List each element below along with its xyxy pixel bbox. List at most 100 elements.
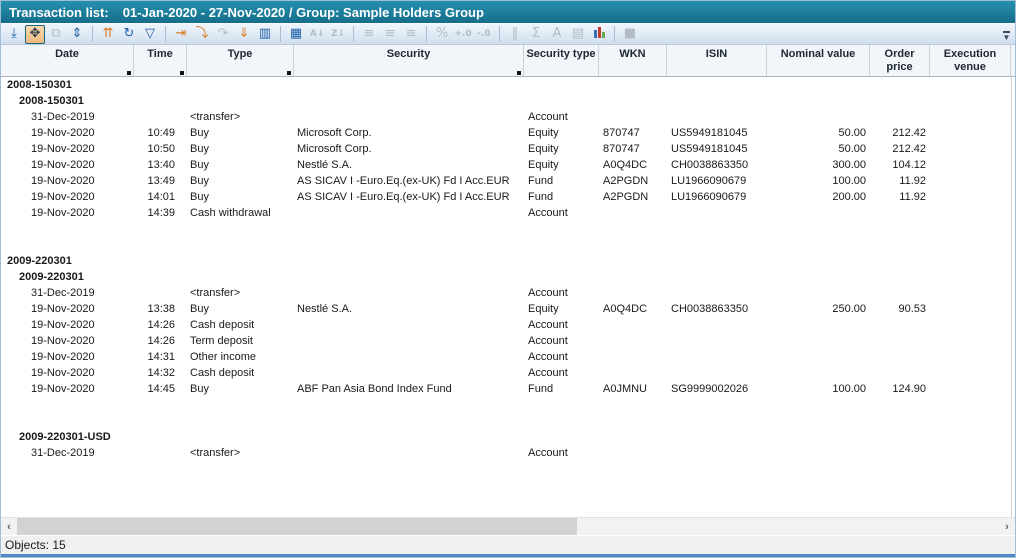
window-title: Transaction list: [9,5,109,20]
cell-date: 31-Dec-2019 [1,285,134,301]
chart-view-icon[interactable] [589,25,609,44]
header-cell-wkn[interactable]: WKN [599,45,667,76]
align-center-icon: ≡ [380,25,400,44]
spacer-row [1,413,1015,429]
toolbar-separator [280,26,281,42]
cell-price [870,445,930,461]
header-cell-venue[interactable]: Execution venue [930,45,1011,76]
cell-date: 19-Nov-2020 [1,157,134,173]
scroll-left-button[interactable]: ‹ [1,518,17,535]
horizontal-scrollbar[interactable]: ‹ › [1,517,1015,535]
insert-marker-icon[interactable]: ⇥ [171,25,191,44]
header-cell-nominal[interactable]: Nominal value [767,45,870,76]
scrollbar-thumb[interactable] [17,518,577,535]
cell-venue [930,445,1011,461]
cell-venue [930,205,1011,221]
header-cell-price[interactable]: Order price [870,45,930,76]
cell-time: 13:49 [134,173,187,189]
transaction-row[interactable]: 19-Nov-202014:45BuyABF Pan Asia Bond Ind… [1,381,1015,397]
cell-price [870,109,930,125]
column-lines-icon[interactable]: ▦ [286,25,306,44]
stop-icon: ■ [620,25,640,44]
detach-window-icon[interactable]: ⇈ [98,25,118,44]
toolbar-overflow-button[interactable]: ▼ [1000,27,1013,43]
cell-sectype: Equity [524,301,599,317]
filter-settings-icon[interactable]: ▽ [140,25,160,44]
expand-branch-icon[interactable]: ⤓ [4,25,24,44]
group-row[interactable]: 2009-220301-USD [1,429,1015,445]
transaction-row[interactable]: 19-Nov-202010:50BuyMicrosoft Corp.Equity… [1,141,1015,157]
transaction-row[interactable]: 19-Nov-202014:32Cash depositAccount [1,365,1015,381]
cell-venue [930,285,1011,301]
cell-venue [930,349,1011,365]
header-cell-type[interactable]: Type [187,45,294,76]
cell-time: 14:26 [134,333,187,349]
transaction-row[interactable]: 19-Nov-202014:39Cash withdrawalAccount [1,205,1015,221]
header-cell-security[interactable]: Security [294,45,524,76]
histogram-icon[interactable]: ▥ [255,25,275,44]
refresh-icon[interactable]: ↻ [119,25,139,44]
objects-count: Objects: 15 [5,538,66,552]
transaction-row[interactable]: 31-Dec-2019<transfer>Account [1,285,1015,301]
cell-type: Cash deposit [187,317,294,333]
cell-isin: LU1966090679 [667,189,767,205]
cell-price [870,333,930,349]
group-row[interactable]: 2009-220301 [1,269,1015,285]
cell-isin: US5949181045 [667,141,767,157]
transaction-row[interactable]: 19-Nov-202014:01BuyAS SICAV I -Euro.Eq.(… [1,189,1015,205]
cell-nominal [767,285,870,301]
cell-type: <transfer> [187,285,294,301]
header-cell-sectype[interactable]: Security type [524,45,599,76]
group-row[interactable]: 2009-220301 [1,253,1015,269]
transaction-row[interactable]: 19-Nov-202014:26Term depositAccount [1,333,1015,349]
transaction-row[interactable]: 31-Dec-2019<transfer>Account [1,109,1015,125]
header-cell-time[interactable]: Time [134,45,187,76]
align-right-icon: ≡ [401,25,421,44]
cell-wkn: A2PGDN [599,189,667,205]
fit-to-window-icon[interactable]: ✥ [25,25,45,44]
drill-down-icon[interactable]: ⇓ [234,25,254,44]
group-row[interactable]: 2008-150301 [1,93,1015,109]
scroll-right-button[interactable]: › [999,518,1015,535]
cell-security [294,365,524,381]
cell-date: 19-Nov-2020 [1,205,134,221]
transaction-row[interactable]: 31-Dec-2019<transfer>Account [1,445,1015,461]
transaction-row[interactable]: 19-Nov-202013:49BuyAS SICAV I -Euro.Eq.(… [1,173,1015,189]
scrollbar-track[interactable] [17,518,999,535]
header-cell-date[interactable]: Date [1,45,134,76]
transaction-row[interactable]: 19-Nov-202013:40BuyNestlé S.A.EquityA0Q4… [1,157,1015,173]
transaction-row[interactable]: 19-Nov-202010:49BuyMicrosoft Corp.Equity… [1,125,1015,141]
group-label: 2009-220301 [1,269,84,285]
cell-nominal: 50.00 [767,141,870,157]
header-label: ISIN [706,48,727,76]
group-label: 2009-220301 [1,253,72,269]
bar-chart-icon [594,26,605,38]
cell-security [294,333,524,349]
cell-isin: CH0038863350 [667,301,767,317]
toolbar-separator [353,26,354,42]
transaction-row[interactable]: 19-Nov-202013:38BuyNestlé S.A.EquityA0Q4… [1,301,1015,317]
expand-rows-icon[interactable]: ⇕ [67,25,87,44]
cell-nominal: 100.00 [767,381,870,397]
cell-venue [930,173,1011,189]
cell-isin [667,349,767,365]
header-label: Type [228,48,253,76]
cell-security [294,349,524,365]
header-label: Date [55,48,79,76]
statusbar: Objects: 15 [1,535,1015,554]
cell-wkn [599,333,667,349]
header-label: Time [147,48,172,76]
cell-security: Microsoft Corp. [294,125,524,141]
header-cell-isin[interactable]: ISIN [667,45,767,76]
cell-venue [930,381,1011,397]
step-into-icon[interactable]: ⤵ [192,25,212,44]
group-row[interactable]: 2008-150301 [1,77,1015,93]
cell-isin: LU1966090679 [667,173,767,189]
cell-security: Microsoft Corp. [294,141,524,157]
cell-venue [930,109,1011,125]
transaction-row[interactable]: 19-Nov-202014:31Other incomeAccount [1,349,1015,365]
cell-venue [930,365,1011,381]
transaction-row[interactable]: 19-Nov-202014:26Cash depositAccount [1,317,1015,333]
cell-time: 10:50 [134,141,187,157]
cell-type: <transfer> [187,445,294,461]
